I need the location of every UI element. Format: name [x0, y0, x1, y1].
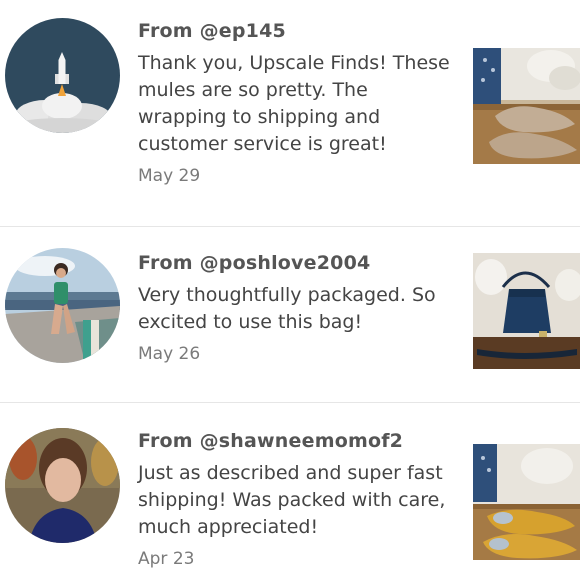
review-text: Thank you, Upscale Finds! These mules ar… [138, 52, 450, 155]
portrait-photo-avatar[interactable] [5, 428, 120, 543]
love-notes-feed: From @ep145 Thank you, Upscale Finds! Th… [0, 0, 580, 580]
review-content: From @shawneemomof2 Just as described an… [138, 428, 458, 571]
mustard-ballet-flats-photo[interactable] [473, 444, 580, 560]
review-date: May 26 [138, 344, 201, 364]
review-username[interactable]: From @shawneemomof2 [138, 428, 458, 454]
review-item: From @poshlove2004 Very thoughtfully pac… [0, 226, 580, 402]
review-text: Just as described and super fast shippin… [138, 462, 446, 538]
tan-suede-mules-photo[interactable] [473, 48, 580, 164]
navy-crossbody-bag-photo[interactable] [473, 253, 580, 369]
review-username[interactable]: From @ep145 [138, 18, 458, 44]
review-username[interactable]: From @poshlove2004 [138, 250, 458, 276]
beach-photo-avatar[interactable] [5, 248, 120, 363]
review-content: From @ep145 Thank you, Upscale Finds! Th… [138, 18, 458, 188]
rocket-launch-avatar[interactable] [5, 18, 120, 133]
review-text: Very thoughtfully packaged. So excited t… [138, 284, 436, 333]
review-item: From @ep145 Thank you, Upscale Finds! Th… [0, 0, 580, 186]
review-date: Apr 23 [138, 549, 195, 569]
review-item: From @shawneemomof2 Just as described an… [0, 402, 580, 578]
review-content: From @poshlove2004 Very thoughtfully pac… [138, 250, 458, 366]
review-date: May 29 [138, 166, 201, 186]
